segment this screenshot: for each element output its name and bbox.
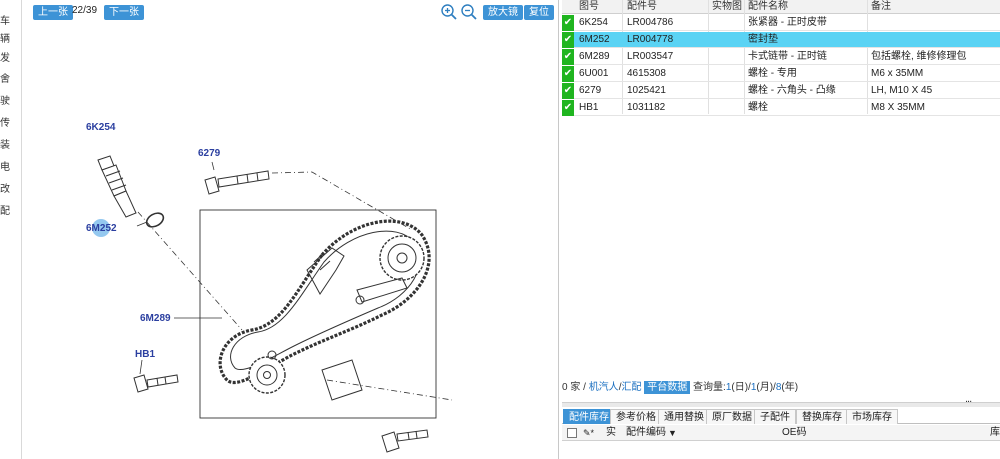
table-row[interactable]: ✔ 6U001 4615308 螺栓 - 专用 M6 x 35MM <box>562 66 1000 82</box>
header-part-name[interactable]: 配件名称 <box>748 0 788 14</box>
callout-HB1[interactable]: HB1 <box>135 349 155 360</box>
bolt-hb1-part[interactable] <box>133 374 179 393</box>
edit-icon[interactable]: ✎* <box>583 425 594 441</box>
shop-count: 0 家 / <box>562 382 586 393</box>
stud-bolt-part[interactable] <box>381 429 429 453</box>
filter-icon[interactable]: ▼ <box>668 425 677 441</box>
tab-parts-stock[interactable]: 配件库存 <box>563 409 615 424</box>
inventory-table-header: ✎* 实 配件编码 ▼ OE码 库 <box>562 425 1000 441</box>
row-code: 6U001 <box>579 68 609 79</box>
table-row-selected[interactable]: ✔ 6M252 LR004778 密封垫 <box>562 32 1000 48</box>
tab-universal-replacement[interactable]: 通用替换 <box>658 409 710 424</box>
header-actual[interactable]: 实 <box>606 425 616 441</box>
row-part-no: LR003547 <box>627 51 674 62</box>
row-note: 包括螺栓, 维修修理包 <box>871 51 967 62</box>
tab-sub-parts[interactable]: 子配件 <box>754 409 796 424</box>
callout-6M289[interactable]: 6M289 <box>140 313 171 324</box>
tab-reference-price[interactable]: 参考价格 <box>610 409 662 424</box>
callout-6M252[interactable]: 6M252 <box>86 223 117 234</box>
right-panel: 图号 配件号 实物图 配件名称 备注 ✔ 6K254 LR004786 张紧器 … <box>562 0 1000 459</box>
seal-ring-part[interactable] <box>144 210 166 229</box>
header-part-code[interactable]: 配件编码 <box>626 425 666 441</box>
tab-replacement-stock[interactable]: 替换库存 <box>796 409 848 424</box>
header-note[interactable]: 备注 <box>871 0 891 14</box>
row-part-name: 密封垫 <box>748 34 778 45</box>
left-menu-char[interactable]: 电 <box>0 158 10 173</box>
left-vertical-menu: 车 辆 发 舍 驶 传 装 电 改 配 <box>0 0 22 459</box>
query-year-unit: (年) <box>781 382 799 393</box>
leader-line <box>136 221 148 227</box>
row-part-no: LR004786 <box>627 17 674 28</box>
leader-line <box>139 359 143 375</box>
header-photo[interactable]: 实物图 <box>712 0 742 14</box>
panel-splitter[interactable] <box>562 402 1000 407</box>
platform-data-button[interactable]: 平台数据 <box>644 381 691 394</box>
left-menu-char[interactable]: 改 <box>0 180 10 195</box>
left-menu-char[interactable]: 辆 <box>0 30 10 45</box>
check-icon: ✔ <box>562 100 574 116</box>
source-link-2[interactable]: 汇配 <box>621 382 641 393</box>
row-part-name: 螺栓 - 六角头 - 凸缘 <box>748 85 836 96</box>
table-row[interactable]: ✔ 6279 1025421 螺栓 - 六角头 - 凸缘 LH, M10 X 4… <box>562 83 1000 99</box>
bottom-tab-strip: 配件库存 参考价格 通用替换 原厂数据 子配件 替换库存 市场库存 <box>562 408 1000 424</box>
row-code: HB1 <box>579 102 599 113</box>
upper-sprocket-part[interactable] <box>379 235 425 281</box>
tensioner-part[interactable] <box>97 155 137 218</box>
check-icon: ✔ <box>562 32 574 48</box>
left-menu-char[interactable]: 传 <box>0 114 10 129</box>
row-code: 6M252 <box>579 34 610 45</box>
row-part-no: 1025421 <box>627 85 666 96</box>
query-label: 查询量: <box>693 382 726 393</box>
callout-6K254[interactable]: 6K254 <box>86 122 115 133</box>
lower-sprocket-part[interactable] <box>248 356 286 394</box>
check-icon: ✔ <box>562 66 574 82</box>
header-part-no[interactable]: 配件号 <box>627 0 657 14</box>
leader-line <box>211 161 215 171</box>
tab-oem-data[interactable]: 原厂数据 <box>706 409 758 424</box>
row-note: M6 x 35MM <box>871 68 924 79</box>
query-day-unit: (日)/ <box>731 382 751 393</box>
query-status-bar: 0 家 / 机汽人/汇配 平台数据 查询量:1(日)/1(月)/8(年) <box>562 381 1000 395</box>
source-link-1[interactable]: 机汽人 <box>589 382 619 393</box>
bolt-6279-part[interactable] <box>204 170 270 195</box>
tab-market-stock[interactable]: 市场库存 <box>846 409 898 424</box>
left-menu-char[interactable]: 装 <box>0 136 10 151</box>
header-oe-code[interactable]: OE码 <box>782 425 806 441</box>
check-icon: ✔ <box>562 15 574 31</box>
row-note: M8 X 35MM <box>871 102 925 113</box>
row-code: 6279 <box>579 85 602 96</box>
diagram-panel: 上一张 22/39 下一张 放大镜 复位 6K254 6279 6M252 6M… <box>22 0 559 459</box>
row-note: LH, M10 X 45 <box>871 85 933 96</box>
left-menu-char[interactable]: 舍 <box>0 70 10 85</box>
query-month-unit: (月)/ <box>756 382 776 393</box>
parts-table-header: 图号 配件号 实物图 配件名称 备注 <box>562 0 1000 14</box>
row-part-name: 螺栓 - 专用 <box>748 68 797 79</box>
row-part-name: 螺栓 <box>748 102 768 113</box>
row-code: 6K254 <box>579 17 608 28</box>
header-stock[interactable]: 库 <box>990 425 1000 441</box>
row-part-no: 1031182 <box>627 102 666 113</box>
row-part-no: LR004778 <box>627 34 674 45</box>
check-icon: ✔ <box>562 83 574 99</box>
table-row[interactable]: ✔ 6M289 LR003547 卡式链带 - 正时链 包括螺栓, 维修修理包 <box>562 49 1000 65</box>
left-menu-char[interactable]: 配 <box>0 202 10 217</box>
assembly-axis-line <box>326 379 453 401</box>
row-part-name: 卡式链带 - 正时链 <box>748 51 827 62</box>
row-code: 6M289 <box>579 51 610 62</box>
table-row[interactable]: ✔ 6K254 LR004786 张紧器 - 正时皮带 <box>562 15 1000 31</box>
check-icon: ✔ <box>562 49 574 65</box>
header-code[interactable]: 图号 <box>579 0 599 14</box>
left-menu-char[interactable]: 驶 <box>0 92 10 107</box>
table-row[interactable]: ✔ HB1 1031182 螺栓 M8 X 35MM <box>562 100 1000 116</box>
select-all-checkbox[interactable] <box>567 428 577 438</box>
left-menu-char[interactable]: 发 <box>0 49 10 64</box>
callout-6279[interactable]: 6279 <box>198 148 220 159</box>
row-part-name: 张紧器 - 正时皮带 <box>748 17 827 28</box>
row-part-no: 4615308 <box>627 68 666 79</box>
left-menu-char[interactable]: 车 <box>0 12 10 27</box>
